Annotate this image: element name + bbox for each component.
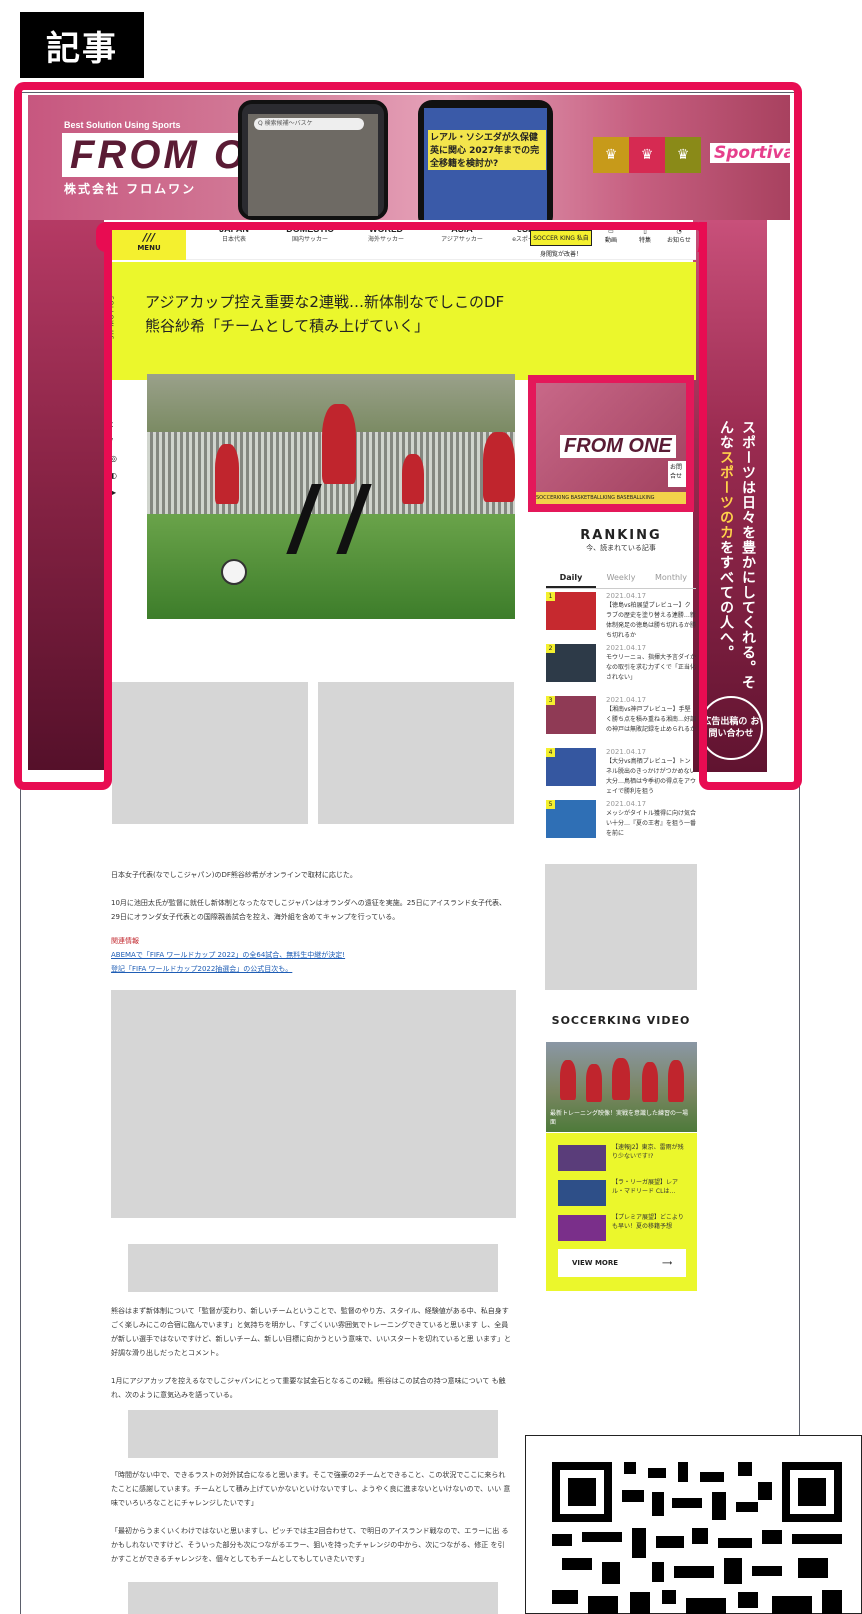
soccer-ball bbox=[221, 559, 247, 585]
player-figure bbox=[483, 432, 515, 502]
tab-daily[interactable]: Daily bbox=[546, 573, 596, 588]
related-link[interactable]: ABEMAで「FIFA ワールドカップ 2022」の全64試合、無料生中継が決定… bbox=[111, 948, 511, 962]
view-more-label: VIEW MORE bbox=[572, 1259, 619, 1267]
article-paragraph: 熊谷はまず新体制について「監督が変わり、新しいチームということで、監督のやり方、… bbox=[111, 1307, 511, 1357]
highlight-frame-right bbox=[699, 222, 802, 790]
ranking-date: 2021.04.17 bbox=[606, 644, 647, 652]
video-text: 【プレミア展望】どこよりも早い！夏の移籍予想 bbox=[612, 1214, 684, 1230]
video-section-title: SOCCERKING VIDEO bbox=[551, 1014, 691, 1027]
video-text: 【ラ・リーガ展望】レアル・マドリード CLは… bbox=[612, 1179, 679, 1195]
ranking-subtitle: 今、読まれている記事 bbox=[586, 544, 656, 552]
tab-weekly[interactable]: Weekly bbox=[596, 573, 646, 588]
ad-placeholder bbox=[128, 1582, 498, 1614]
ad-placeholder bbox=[318, 682, 514, 824]
qr-code-icon bbox=[552, 1462, 842, 1614]
article-paragraph: 1月にアジアカップを控えるなでしこジャパンにとって重要な試金石となるこの2戦。熊… bbox=[111, 1377, 506, 1399]
ranking-text: 【湘南vs神戸プレビュー】手堅く勝ち点を積み重ねる湘南…好調の神戸は無敗記録を止… bbox=[606, 706, 697, 733]
ad-placeholder bbox=[128, 1244, 498, 1292]
ranking-list: 1 2021.04.17 【徳島vs柏展望プレビュー】クラブの歴史を塗り替える連勝…… bbox=[546, 592, 696, 852]
ranking-date: 2021.04.17 bbox=[606, 696, 647, 704]
ranking-date: 2021.04.17 bbox=[606, 748, 647, 756]
article-title: アジアカップ控え重要な2連戦…新体制なでしこのDF熊谷紗希「チームとして積み上げ… bbox=[145, 293, 505, 335]
ranking-text: 【大分vs鳥栖プレビュー】トンネル脱出のきっかけがつかめない大分…鳥栖は今季初の… bbox=[606, 758, 697, 795]
ranking-text: モウリーニョ、指揮大予言ダイかなの取引を求む力ずくで「正当化されない」 bbox=[606, 654, 697, 681]
ad-placeholder bbox=[545, 864, 697, 990]
ad-placeholder bbox=[111, 990, 516, 1218]
video-item[interactable]: 【速報J2】東京、雷雨が残り少ないです!? bbox=[558, 1143, 688, 1173]
article-paragraph: 日本女子代表(なでしこジャパン)のDF熊谷紗希がオンラインで取材に応じた。 bbox=[111, 871, 357, 879]
video-main-thumb[interactable]: 最新トレーニング映像！実戦を意識した練習の一場面 bbox=[546, 1042, 697, 1132]
video-thumb bbox=[558, 1180, 606, 1206]
ranking-date: 2021.04.17 bbox=[606, 592, 647, 600]
highlight-frame-top bbox=[14, 82, 802, 232]
ranking-num: 5 bbox=[546, 800, 555, 809]
arrow-right-icon: ⟶ bbox=[661, 1259, 672, 1267]
highlight-frame-left bbox=[14, 222, 112, 790]
player-figure bbox=[215, 444, 239, 504]
video-text: 【速報J2】東京、雷雨が残り少ないです!? bbox=[612, 1144, 684, 1160]
sidebar-ad-partners: SOCCERKING BASKETBALLKING BASEBALLKING bbox=[536, 492, 686, 504]
ranking-text: メッシがタイトル獲得に向け気合い十分…『夏の王者』を狙う一番を前に bbox=[606, 810, 697, 837]
ranking-num: 2 bbox=[546, 644, 555, 653]
sidebar-ad-logo: FROM ONE bbox=[560, 435, 676, 458]
article-paragraph: 「最初からうまくいくわけではないと思いますし、ピッチでは主2回合わせて、で明日の… bbox=[111, 1527, 509, 1563]
sidebar-ad-side-text: お問 合せ bbox=[668, 461, 686, 487]
ranking-num: 4 bbox=[546, 748, 555, 757]
player-figure bbox=[322, 404, 356, 484]
ranking-text: 【徳島vs柏展望プレビュー】クラブの歴史を塗り替える連勝…新体制発足の徳島は勝ち… bbox=[606, 602, 697, 639]
ad-placeholder bbox=[112, 682, 308, 824]
ranking-item[interactable]: 1 2021.04.17 【徳島vs柏展望プレビュー】クラブの歴史を塗り替える連勝…… bbox=[546, 592, 696, 644]
view-more-button[interactable]: VIEW MORE ⟶ bbox=[558, 1249, 686, 1277]
player-figure bbox=[402, 454, 424, 504]
player-figure bbox=[642, 1062, 658, 1102]
ranking-date: 2021.04.17 bbox=[606, 800, 647, 808]
player-figure bbox=[560, 1060, 576, 1100]
qr-code-panel bbox=[525, 1435, 862, 1614]
screenshot-root: 記事 Best Solution Using Sports FROM ONE 株… bbox=[0, 0, 862, 1614]
ranking-header: RANKING 今、読まれている記事 bbox=[546, 528, 696, 553]
video-item[interactable]: 【プレミア展望】どこよりも早い！夏の移籍予想 bbox=[558, 1213, 688, 1243]
ranking-item[interactable]: 3 2021.04.17 【湘南vs神戸プレビュー】手堅く勝ち点を積み重ねる湘南…好… bbox=[546, 696, 696, 748]
player-figure bbox=[668, 1060, 684, 1102]
video-item[interactable]: 【ラ・リーガ展望】レアル・マドリード CLは… bbox=[558, 1178, 688, 1208]
player-figure bbox=[586, 1064, 602, 1102]
video-caption: 最新トレーニング映像！実戦を意識した練習の一場面 bbox=[550, 1110, 689, 1126]
highlight-frame-header bbox=[96, 222, 707, 252]
ranking-num: 3 bbox=[546, 696, 555, 705]
ranking-num: 1 bbox=[546, 592, 555, 601]
ranking-tabs: Daily Weekly Monthly bbox=[546, 573, 696, 589]
video-thumb bbox=[558, 1215, 606, 1241]
tab-monthly[interactable]: Monthly bbox=[646, 573, 696, 588]
article-paragraph: 「時間がない中で、できるラストの対外試合になると思います。そこで強豪の2チームと… bbox=[111, 1471, 511, 1507]
article-main-image bbox=[147, 374, 515, 619]
ranking-item[interactable]: 4 2021.04.17 【大分vs鳥栖プレビュー】トンネル脱出のきっかけがつかめな… bbox=[546, 748, 696, 800]
player-figure bbox=[612, 1058, 630, 1100]
ranking-title: RANKING bbox=[580, 528, 662, 543]
video-thumb bbox=[558, 1145, 606, 1171]
video-list: 【速報J2】東京、雷雨が残り少ないです!? 【ラ・リーガ展望】レアル・マドリード… bbox=[546, 1133, 697, 1291]
ranking-item[interactable]: 5 2021.04.17 メッシがタイトル獲得に向け気合い十分…『夏の王者』を狙う一… bbox=[546, 800, 696, 852]
related-label: 関連情報 bbox=[111, 937, 139, 945]
section-tag: 記事 bbox=[20, 12, 144, 78]
article-paragraph: 10月に池田太氏が監督に就任し新体制となったなでしこジャパンはオランダへの遠征を… bbox=[111, 899, 507, 921]
ad-placeholder bbox=[128, 1410, 498, 1458]
related-link[interactable]: 登記「FIFA ワールドカップ2022抽選会」の公式目次も。 bbox=[111, 962, 511, 976]
sidebar-ad[interactable]: FROM ONE お問 合せ SOCCERKING BASKETBALLKING… bbox=[528, 375, 694, 512]
sidebar-ad-inner: FROM ONE お問 合せ SOCCERKING BASKETBALLKING… bbox=[536, 383, 686, 504]
ranking-item[interactable]: 2 2021.04.17 モウリーニョ、指揮大予言ダイかなの取引を求む力ずくで「正当… bbox=[546, 644, 696, 696]
